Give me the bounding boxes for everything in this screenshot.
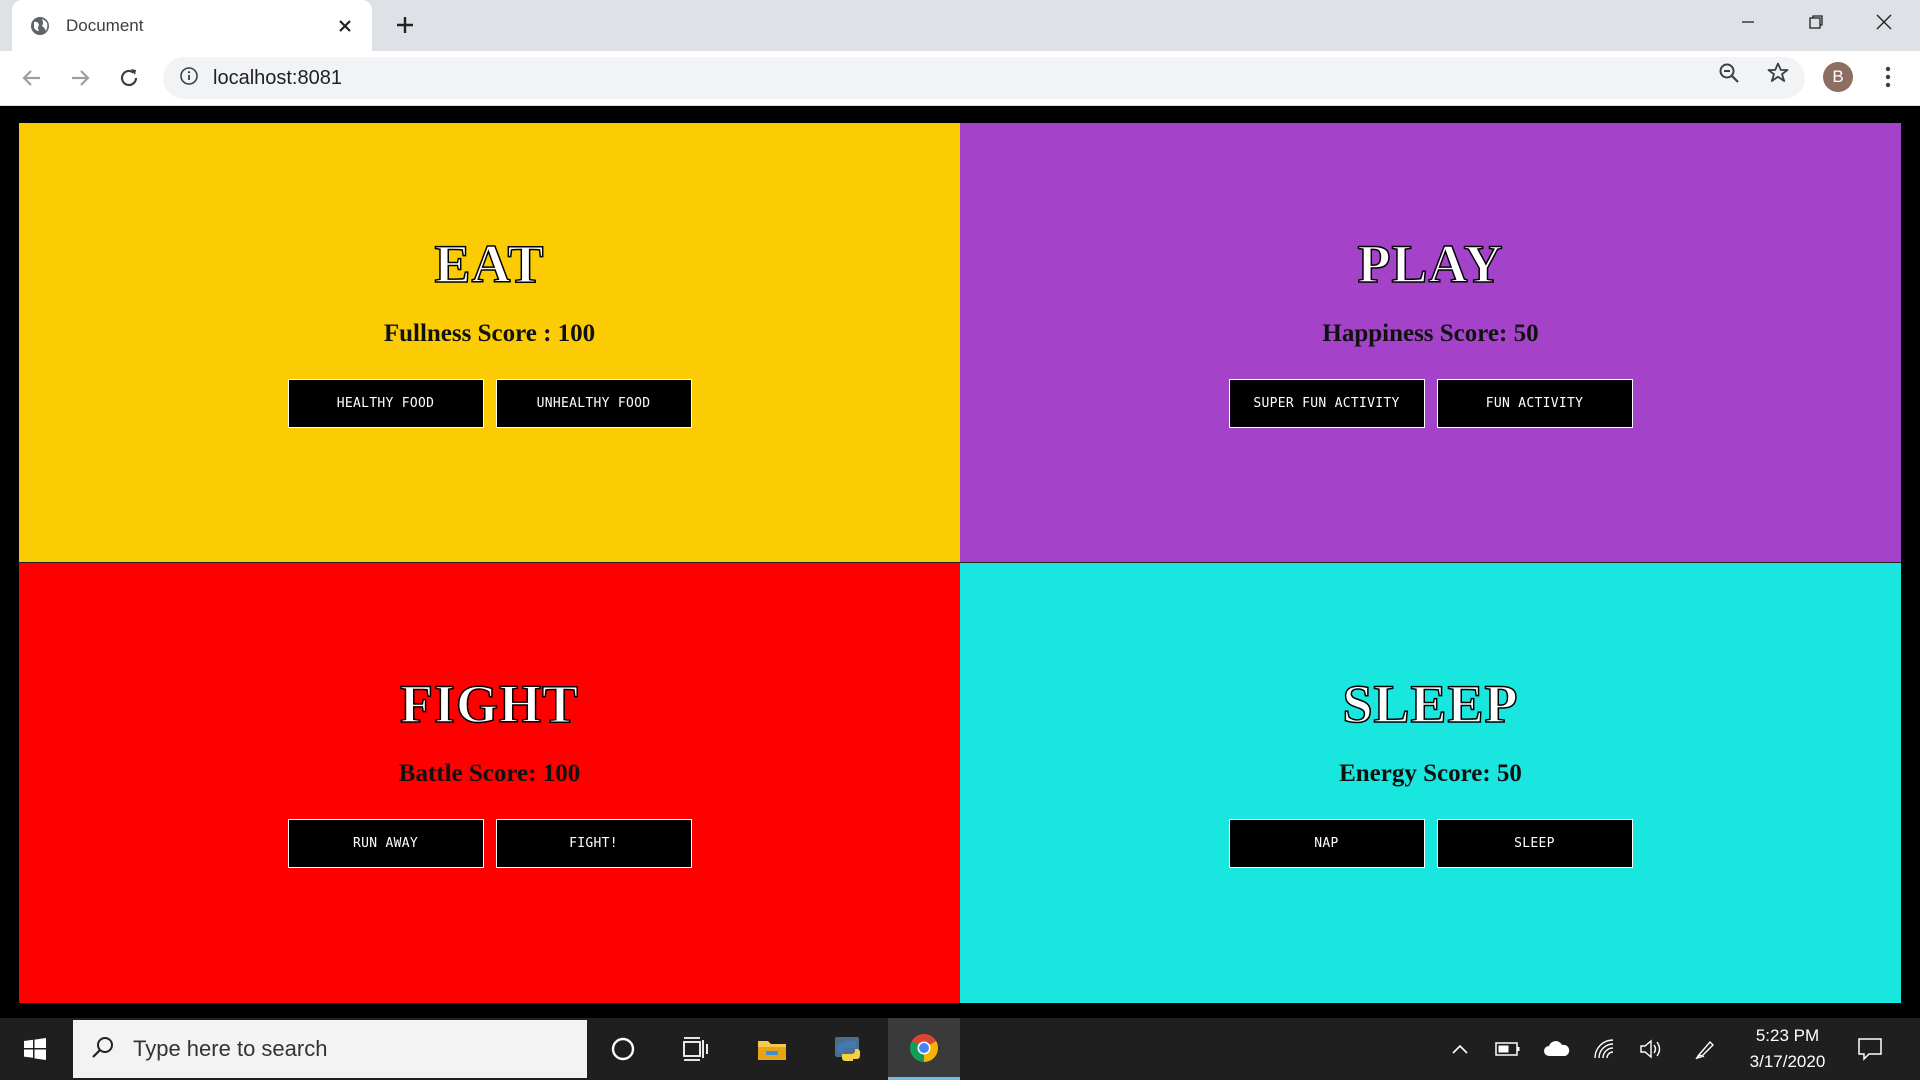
button-row: NAP SLEEP (960, 819, 1901, 868)
sleep-button[interactable]: SLEEP (1436, 819, 1633, 868)
panel-heading: SLEEP (1342, 673, 1519, 735)
cortana-icon[interactable] (593, 1018, 653, 1080)
energy-score: Energy Score: 50 (1339, 760, 1522, 787)
sleep-panel: SLEEP Energy Score: 50 NAP SLEEP (960, 563, 1901, 1003)
windows-start-icon[interactable] (0, 1018, 70, 1080)
close-tab-icon[interactable] (334, 15, 356, 37)
play-panel: PLAY Happiness Score: 50 SUPER FUN ACTIV… (960, 123, 1901, 563)
volume-icon[interactable] (1636, 1018, 1666, 1080)
super-fun-activity-button[interactable]: SUPER FUN ACTIVITY (1228, 379, 1425, 428)
wifi-icon[interactable] (1590, 1018, 1620, 1080)
panel-grid: EAT Fullness Score : 100 HEALTHY FOOD UN… (19, 123, 1901, 1003)
happiness-score: Happiness Score: 50 (1322, 320, 1539, 347)
chevron-up-icon[interactable] (1445, 1018, 1475, 1080)
chrome-icon[interactable] (888, 1018, 960, 1080)
task-view-icon[interactable] (666, 1018, 726, 1080)
pen-icon[interactable] (1690, 1018, 1720, 1080)
taskbar-search-box[interactable]: Type here to search (73, 1020, 587, 1078)
close-window-button[interactable] (1850, 0, 1918, 44)
clock-date: 3/17/2020 (1749, 1052, 1826, 1071)
fullness-score: Fullness Score : 100 (383, 320, 596, 347)
battle-score: Battle Score: 100 (398, 760, 581, 787)
fight-panel: FIGHT Battle Score: 100 RUN AWAY FIGHT! (19, 563, 960, 1003)
browser-toolbar: localhost:8081 (0, 51, 1920, 106)
fight-button[interactable]: FIGHT! (495, 819, 692, 868)
nap-button[interactable]: NAP (1228, 819, 1425, 868)
file-explorer-icon[interactable] (742, 1018, 802, 1080)
restore-button[interactable] (1782, 0, 1850, 44)
page-viewport: EAT Fullness Score : 100 HEALTHY FOOD UN… (0, 106, 1920, 1018)
eat-panel: EAT Fullness Score : 100 HEALTHY FOOD UN… (19, 123, 960, 563)
windows-taskbar: Type here to search 5:23 PM 3/17/2020 (0, 1018, 1920, 1080)
battery-icon[interactable] (1493, 1018, 1523, 1080)
healthy-food-button[interactable]: HEALTHY FOOD (287, 379, 484, 428)
search-placeholder: Type here to search (133, 1036, 328, 1061)
system-clock[interactable]: 5:23 PM 3/17/2020 (1735, 1018, 1840, 1080)
browser-tab[interactable]: Document (12, 0, 372, 51)
info-icon[interactable] (179, 66, 199, 91)
run-away-button[interactable]: RUN AWAY (287, 819, 484, 868)
button-row: HEALTHY FOOD UNHEALTHY FOOD (19, 379, 960, 428)
clock-time: 5:23 PM (1755, 1026, 1820, 1045)
browser-menu-icon[interactable] (1876, 62, 1900, 92)
notifications-icon[interactable] (1850, 1018, 1890, 1080)
onedrive-icon[interactable] (1540, 1018, 1574, 1080)
panel-heading: PLAY (1357, 233, 1504, 295)
globe-icon (30, 16, 50, 36)
button-row: RUN AWAY FIGHT! (19, 819, 960, 868)
panel-heading: EAT (434, 233, 545, 295)
search-icon (91, 1035, 115, 1064)
reload-button[interactable] (114, 63, 144, 93)
python-icon[interactable] (818, 1018, 880, 1080)
back-button[interactable] (17, 63, 47, 93)
tab-strip: Document (0, 0, 1920, 51)
minimize-button[interactable] (1714, 0, 1782, 44)
panel-heading: FIGHT (399, 673, 580, 735)
fun-activity-button[interactable]: FUN ACTIVITY (1436, 379, 1633, 428)
bookmark-star-icon[interactable] (1765, 60, 1791, 86)
zoom-icon[interactable] (1716, 60, 1742, 86)
address-bar[interactable]: localhost:8081 (163, 57, 1805, 99)
tab-title: Document (66, 15, 144, 35)
url-text: localhost:8081 (213, 66, 342, 89)
button-row: SUPER FUN ACTIVITY FUN ACTIVITY (960, 379, 1901, 428)
forward-button[interactable] (65, 63, 95, 93)
unhealthy-food-button[interactable]: UNHEALTHY FOOD (495, 379, 692, 428)
profile-avatar[interactable]: B (1823, 62, 1853, 92)
new-tab-button[interactable] (392, 12, 418, 38)
